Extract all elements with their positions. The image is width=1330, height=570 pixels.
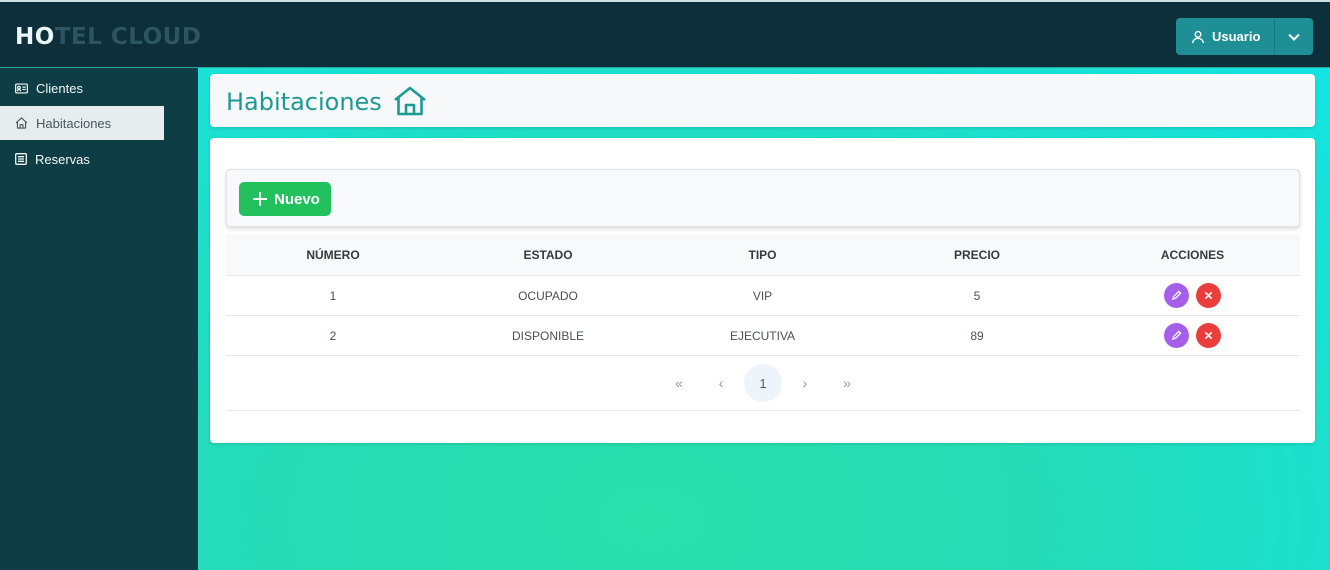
user-label: Usuario [1212,29,1261,44]
sidebar-item-label: Reservas [35,151,90,167]
content-card: Nuevo NÚMERO ESTADO TIPO PRECIO ACCIONES… [210,138,1315,443]
table-header: NÚMERO ESTADO TIPO PRECIO ACCIONES [226,234,1300,276]
new-button[interactable]: Nuevo [239,182,331,216]
row-actions [1085,283,1300,308]
user-menu-button[interactable]: Usuario [1176,18,1313,55]
edit-button[interactable] [1164,323,1189,348]
column-header[interactable]: TIPO [656,248,869,262]
cell-tipo: EJECUTIVA [729,328,796,343]
page-title: Habitaciones [226,88,382,116]
pagination: « ‹ 1 › » [226,356,1300,411]
cell-numero: 2 [329,328,337,343]
close-icon [1204,331,1213,340]
sidebar-item-label: Habitaciones [36,115,112,131]
plus-icon [253,192,267,206]
prev-page-button[interactable]: ‹ [702,364,740,402]
last-page-button[interactable]: » [828,364,866,402]
sidebar-item-habitaciones[interactable]: Habitaciones [0,106,164,140]
close-icon [1204,291,1213,300]
sidebar: Clientes Habitaciones Reservas [0,68,198,570]
column-header: ACCIONES [1160,247,1225,262]
next-page-button[interactable]: › [786,364,824,402]
brand-first: HO [15,24,55,50]
rooms-table: NÚMERO ESTADO TIPO PRECIO ACCIONES 1 OCU… [226,234,1300,356]
list-icon [15,153,27,165]
table-row: 1 OCUPADO VIP 5 [226,276,1300,316]
cell-estado: OCUPADO [518,288,578,303]
home-icon [15,117,28,129]
brand-rest: TEL CLOUD [54,24,202,50]
page-header: Habitaciones [210,74,1315,127]
cell-estado: DISPONIBLE [511,328,585,343]
column-header[interactable]: NÚMERO [226,248,440,262]
app-logo[interactable]: HOTEL CLOUD [15,24,201,50]
pencil-icon [1171,330,1182,341]
edit-button[interactable] [1164,283,1189,308]
first-page-button[interactable]: « [660,364,698,402]
main-content: Habitaciones Nuevo NÚMERO ESTADO TIPO PR… [198,68,1330,570]
row-actions [1085,323,1300,348]
sidebar-item-clientes[interactable]: Clientes [0,71,164,105]
delete-button[interactable] [1196,323,1221,348]
chevron-down-icon [1288,33,1300,41]
cell-tipo: VIP [752,288,773,303]
sidebar-item-reservas[interactable]: Reservas [0,142,164,176]
user-icon [1192,30,1204,43]
page-button-current[interactable]: 1 [744,364,782,402]
cell-precio: 89 [970,328,984,343]
toolbar: Nuevo [226,169,1300,227]
cell-numero: 1 [329,288,337,303]
sidebar-item-label: Clientes [36,80,83,96]
cell-precio: 5 [973,288,981,303]
user-dropdown-toggle[interactable] [1275,18,1313,55]
new-button-label: Nuevo [274,190,320,208]
column-header[interactable]: ESTADO [440,248,656,262]
user-button-main[interactable]: Usuario [1176,18,1274,55]
top-bar: HOTEL CLOUD Usuario [0,0,1330,68]
id-card-icon [15,82,28,94]
home-icon [394,86,426,116]
column-header[interactable]: PRECIO [869,248,1085,262]
pencil-icon [1171,290,1182,301]
delete-button[interactable] [1196,283,1221,308]
table-row: 2 DISPONIBLE EJECUTIVA 89 [226,316,1300,356]
